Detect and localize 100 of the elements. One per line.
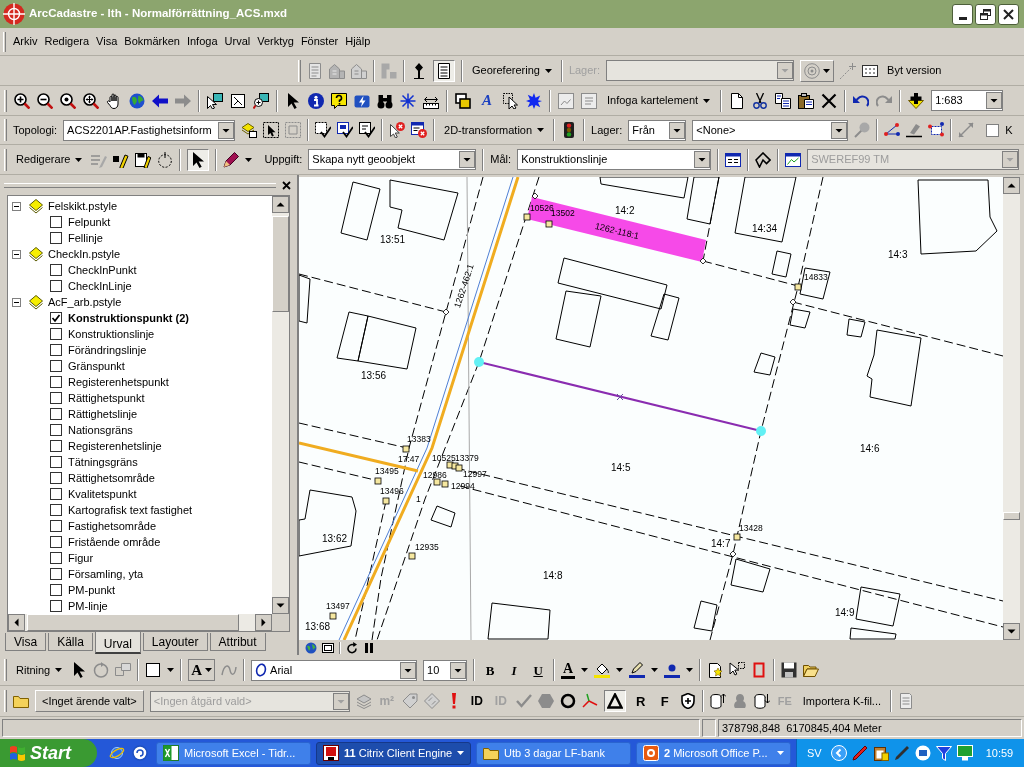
error-pointer-icon[interactable]	[389, 122, 406, 138]
checkbox[interactable]	[986, 123, 1000, 137]
copy-icon[interactable]	[775, 92, 792, 109]
layer-name[interactable]: Rättighetslinje	[68, 405, 138, 423]
pencil-icon[interactable]	[223, 151, 240, 168]
caret-icon[interactable]	[703, 98, 711, 103]
taskbar-button[interactable]: Utb 3 dagar LF-bank	[476, 741, 631, 765]
panel-tab[interactable]: Urval	[94, 632, 141, 654]
edge-points-icon[interactable]	[884, 122, 901, 138]
collapse-icon[interactable]	[12, 297, 21, 307]
rectangle-icon[interactable]	[145, 662, 162, 678]
select-elements-icon[interactable]	[503, 92, 519, 109]
vertex-handle-icon[interactable]	[474, 357, 484, 367]
menu-item[interactable]: Fönster	[300, 33, 339, 50]
checkbox[interactable]	[50, 328, 62, 340]
caret-icon[interactable]	[167, 668, 175, 672]
transformation-menu-button[interactable]: 2D-transformation	[441, 119, 548, 141]
asterisk-icon[interactable]	[400, 92, 416, 109]
layer-name[interactable]: Nationsgräns	[68, 421, 133, 439]
zoom-in-icon[interactable]	[14, 92, 30, 109]
caret-icon[interactable]	[245, 157, 253, 162]
validate-icon[interactable]	[337, 122, 354, 138]
checkbox[interactable]	[50, 520, 62, 532]
layer-name[interactable]: Kartografisk text fastighet	[68, 501, 193, 519]
topology-dropdown[interactable]: ACS2201AP.Fastighetsinform	[63, 119, 236, 141]
checkbox[interactable]	[50, 584, 62, 596]
layer-name[interactable]: Fristående område	[68, 533, 161, 551]
case-button[interactable]: <Inget ärende valt>	[35, 690, 144, 712]
menu-item[interactable]: Bokmärken	[124, 33, 180, 50]
open-folder-icon[interactable]	[803, 662, 820, 678]
new-graphic-icon[interactable]	[707, 662, 724, 678]
task-dropdown[interactable]: Skapa nytt geoobjekt	[308, 149, 477, 170]
monitor-icon[interactable]	[956, 745, 973, 761]
collapse-icon[interactable]	[12, 249, 21, 259]
save-edits-icon[interactable]	[135, 151, 152, 168]
menu-item[interactable]: Redigera	[44, 33, 90, 50]
text-tool-button[interactable]: A	[478, 89, 496, 112]
frame-icon[interactable]	[751, 662, 768, 678]
zoom-out-icon[interactable]	[37, 92, 53, 109]
layer-name[interactable]: Felpunkt	[68, 213, 111, 231]
layer-group-name[interactable]: CheckIn.pstyle	[48, 245, 121, 263]
menu-item[interactable]: Arkiv	[13, 33, 38, 50]
circle-icon[interactable]	[559, 693, 576, 709]
collapse-icon[interactable]	[12, 201, 21, 211]
checkbox[interactable]	[50, 504, 62, 516]
circle-arc-icon[interactable]	[132, 745, 148, 761]
select-features-icon[interactable]	[207, 92, 223, 109]
checkbox[interactable]	[50, 312, 62, 324]
eraser-line-icon[interactable]	[906, 122, 923, 138]
info-icon[interactable]	[308, 92, 324, 109]
layer-stack-icon[interactable]	[241, 122, 258, 138]
scroll-right-icon[interactable]	[255, 614, 272, 631]
panel-tab[interactable]: Attribut	[209, 633, 266, 651]
binoculars-icon[interactable]	[377, 92, 393, 109]
panel-tab[interactable]: Källa	[48, 633, 93, 651]
zoom-to-selection-icon[interactable]	[253, 92, 269, 109]
layer-name[interactable]: CheckInPunkt	[68, 261, 137, 279]
select-topology-icon[interactable]	[263, 122, 280, 138]
window-icon[interactable]	[914, 745, 931, 761]
cylinder-up-icon[interactable]	[709, 693, 726, 709]
checkbox[interactable]	[50, 552, 62, 564]
checkbox[interactable]	[50, 232, 62, 244]
layer-name[interactable]: Rättighetsområde	[68, 469, 155, 487]
magnifier-arrows-icon[interactable]	[83, 92, 99, 109]
checkbox[interactable]	[50, 568, 62, 580]
caret-icon[interactable]	[651, 668, 659, 672]
taskbar-button[interactable]: 11 Citrix Client Engine	[316, 741, 471, 765]
italic-button[interactable]: I	[505, 659, 524, 681]
line-color-icon[interactable]	[629, 662, 646, 678]
fill-color-icon[interactable]	[594, 662, 611, 678]
scrollbar-thumb[interactable]	[1003, 512, 1020, 520]
checkbox-label[interactable]: K	[1005, 121, 1013, 139]
layer-name[interactable]: Fastighetsområde	[68, 517, 157, 535]
horizontal-scrollbar[interactable]	[8, 614, 272, 631]
scale-field[interactable]: 1:683	[931, 90, 1004, 111]
checkbox[interactable]	[50, 456, 62, 468]
checkbox[interactable]	[50, 360, 62, 372]
document-lines-icon[interactable]	[307, 62, 323, 79]
minimize-icon[interactable]	[958, 16, 967, 20]
text-lines-frame-icon[interactable]	[581, 92, 597, 109]
chart-frame-icon[interactable]	[558, 92, 574, 109]
save-icon[interactable]	[781, 662, 798, 678]
help-icon[interactable]	[331, 92, 347, 109]
pointer-icon[interactable]	[285, 92, 301, 109]
pen-icon[interactable]	[851, 745, 868, 761]
refresh-icon[interactable]	[346, 641, 358, 654]
scrollbar-thumb[interactable]	[272, 216, 289, 312]
layer-name[interactable]: Registerenhetspunkt	[68, 373, 169, 391]
scroll-down-icon[interactable]	[272, 597, 289, 614]
import-button[interactable]: Importera K-fil...	[799, 690, 885, 712]
restore-icon[interactable]	[980, 8, 991, 20]
layer-name[interactable]: Församling, yta	[68, 565, 144, 583]
attributes-icon[interactable]	[725, 151, 742, 168]
close-icon[interactable]	[282, 180, 291, 190]
source-dropdown[interactable]: Från	[628, 119, 687, 141]
menu-item[interactable]: Infoga	[186, 33, 218, 50]
checkbox[interactable]	[50, 536, 62, 548]
scroll-down-icon[interactable]	[1003, 623, 1020, 640]
underline-button[interactable]: U	[529, 659, 548, 681]
checkbox[interactable]	[50, 376, 62, 388]
